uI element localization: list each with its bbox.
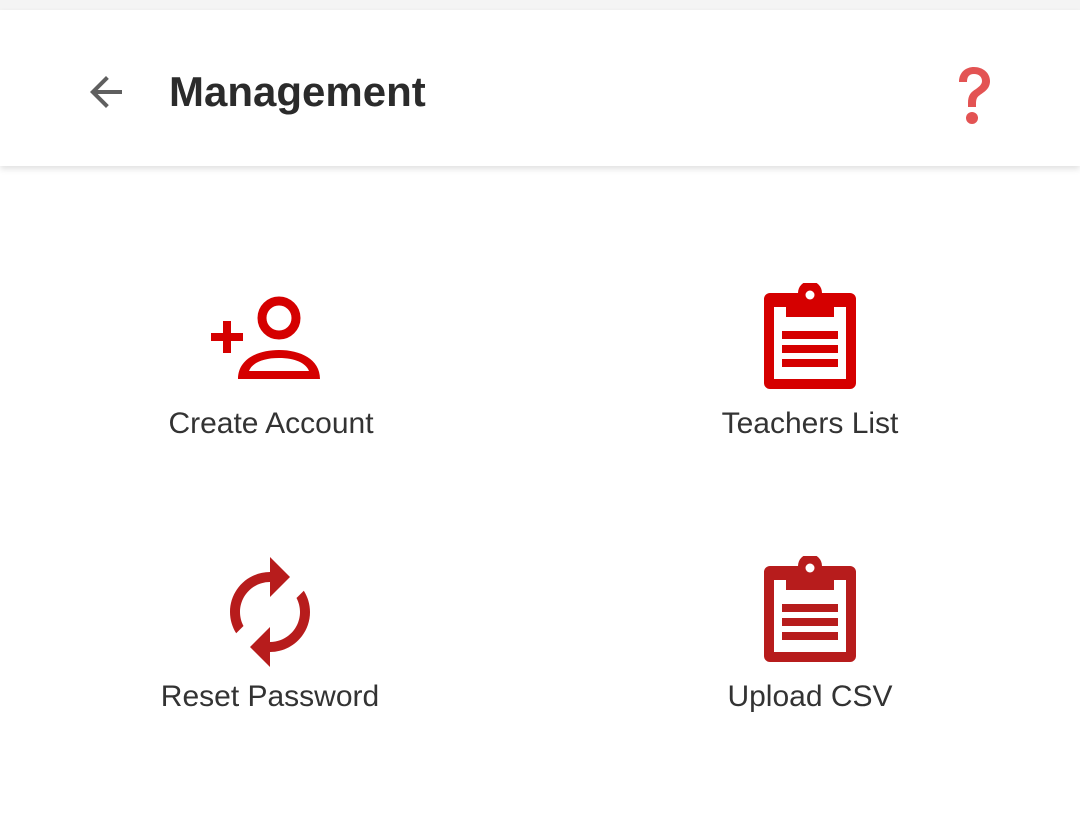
sync-icon (230, 557, 310, 667)
help-button[interactable] (944, 56, 1004, 136)
management-menu-grid: Create Account Teachers List Reset Passw… (0, 166, 1080, 829)
back-button[interactable] (70, 56, 142, 128)
upload-csv-label: Upload CSV (727, 680, 893, 713)
create-account-tile[interactable]: Create Account (81, 274, 461, 514)
app-bar: Management (0, 10, 1080, 166)
clipboard-icon (764, 283, 856, 389)
upload-csv-tile[interactable]: Upload CSV (620, 547, 1000, 787)
person-add-icon (211, 296, 320, 379)
clipboard-icon (764, 556, 856, 662)
question-mark-icon (959, 67, 990, 124)
teachers-list-label: Teachers List (721, 407, 899, 440)
page-title: Management (169, 68, 426, 115)
create-account-label: Create Account (168, 407, 374, 440)
teachers-list-tile[interactable]: Teachers List (620, 274, 1000, 514)
reset-password-tile[interactable]: Reset Password (80, 547, 460, 787)
status-bar-strip (0, 0, 1080, 10)
arrow-left-icon (90, 76, 122, 108)
reset-password-label: Reset Password (160, 680, 380, 713)
